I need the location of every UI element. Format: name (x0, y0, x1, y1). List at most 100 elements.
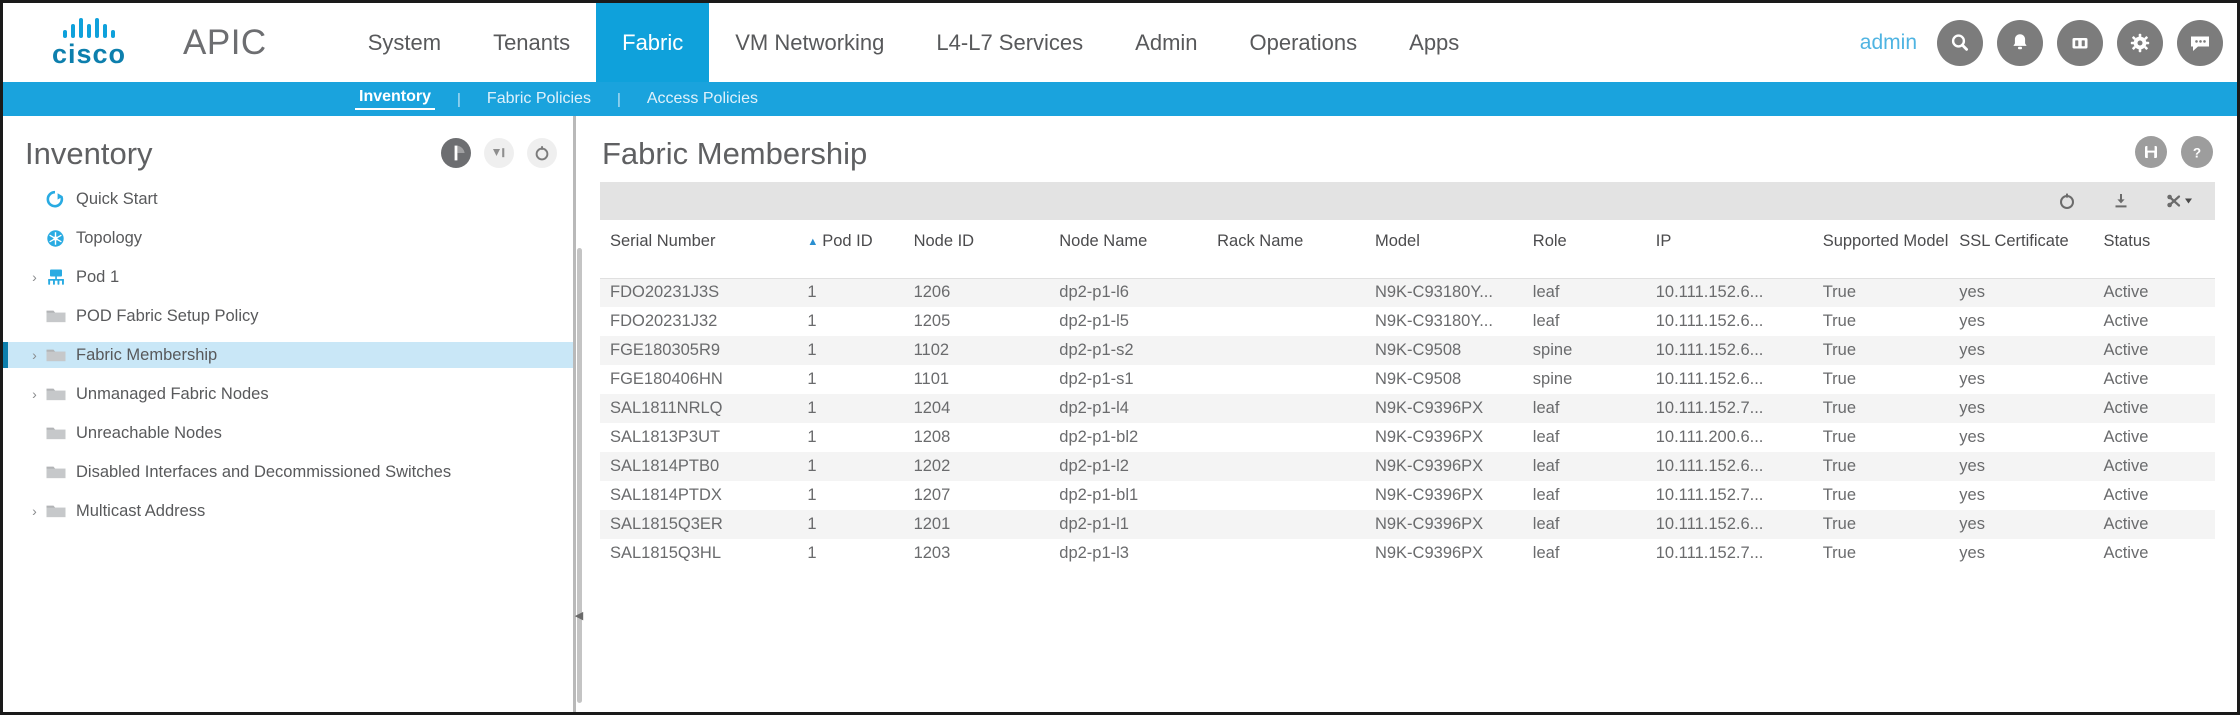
tree-row-spacer (3, 329, 575, 342)
cell-node-name: dp2-p1-l2 (1049, 452, 1208, 481)
table-row[interactable]: FGE180305R9 1 1102 dp2-p1-s2 N9K-C9508 s… (600, 336, 2215, 365)
sidebar-item-multicast-address[interactable]: › Multicast Address (3, 498, 575, 524)
help-icon[interactable]: ? (2181, 136, 2213, 168)
content-scroll-track[interactable]: ◀ (574, 116, 584, 712)
cell-pod-id: 1 (797, 423, 904, 452)
table-row[interactable]: SAL1814PTDX 1 1207 dp2-p1-bl1 N9K-C9396P… (600, 481, 2215, 510)
chevron-right-icon[interactable]: › (27, 347, 42, 363)
nav-item-apps[interactable]: Apps (1383, 3, 1485, 82)
sidebar-item-unreachable-nodes[interactable]: › Unreachable Nodes (3, 420, 575, 446)
search-icon[interactable] (1937, 19, 1983, 66)
nav-item-vm-networking[interactable]: VM Networking (709, 3, 910, 82)
nav-item-tenants[interactable]: Tenants (467, 3, 596, 82)
column-header-supported-model[interactable]: Supported Model (1812, 220, 1950, 279)
folder-icon (44, 463, 67, 482)
cell-rack-name (1207, 307, 1365, 336)
column-header-ssl-certificate[interactable]: SSL Certificate (1949, 220, 2094, 279)
cell-node-name: dp2-p1-s1 (1049, 365, 1208, 394)
table-row[interactable]: SAL1814PTB0 1 1202 dp2-p1-l2 N9K-C9396PX… (600, 452, 2215, 481)
collapse-panel-icon[interactable] (484, 138, 514, 168)
sidebar-item-disabled-interfaces[interactable]: › Disabled Interfaces and Decommissioned… (3, 459, 575, 485)
cell-ssl-certificate: yes (1949, 539, 2094, 568)
download-icon[interactable] (2111, 191, 2131, 211)
cell-node-id: 1206 (903, 278, 1050, 307)
sidebar-item-label: Unmanaged Fabric Nodes (76, 384, 269, 403)
column-label: Node ID (913, 232, 975, 250)
subnav-item-fabric-policies[interactable]: Fabric Policies (483, 90, 595, 108)
topology-icon (44, 229, 67, 248)
cell-serial-number: SAL1814PTDX (600, 481, 798, 510)
table-row[interactable]: SAL1813P3UT 1 1208 dp2-p1-bl2 N9K-C9396P… (600, 423, 2215, 452)
sidebar-item-pod-fabric-setup-policy[interactable]: › POD Fabric Setup Policy (3, 303, 575, 329)
folder-icon (44, 346, 67, 365)
tasks-icon[interactable] (2057, 19, 2103, 66)
table-row[interactable]: FGE180406HN 1 1101 dp2-p1-s1 N9K-C9508 s… (600, 365, 2215, 394)
cell-node-name: dp2-p1-s2 (1049, 336, 1208, 365)
subnav-item-access-policies[interactable]: Access Policies (643, 90, 762, 108)
column-header-rack-name[interactable]: Rack Name (1207, 220, 1365, 279)
chevron-right-icon[interactable]: › (27, 386, 42, 402)
cell-ssl-certificate: yes (1949, 278, 2094, 307)
actions-icon[interactable] (2165, 191, 2195, 211)
subnav-item-inventory[interactable]: Inventory (355, 88, 436, 110)
column-header-node-id[interactable]: Node ID (903, 220, 1050, 279)
save-icon[interactable] (2135, 136, 2167, 168)
nav-item-system[interactable]: System (342, 3, 467, 82)
cell-status: Active (2093, 394, 2215, 423)
cell-model: N9K-C9508 (1364, 365, 1523, 394)
column-header-node-name[interactable]: Node Name (1049, 220, 1208, 279)
chevron-right-icon[interactable]: › (27, 503, 42, 519)
cell-serial-number: FGE180305R9 (600, 336, 798, 365)
column-header-pod-id[interactable]: ▲ Pod ID (797, 220, 904, 279)
sidebar-item-quick-start[interactable]: › Quick Start (3, 186, 575, 212)
column-header-ip[interactable]: IP (1645, 220, 1813, 279)
current-user-label[interactable]: admin (1860, 31, 1917, 55)
table-row[interactable]: SAL1815Q3ER 1 1201 dp2-p1-l1 N9K-C9396PX… (600, 510, 2215, 539)
column-header-model[interactable]: Model (1364, 220, 1523, 279)
sort-ascending-icon: ▲ (807, 235, 819, 248)
cell-model: N9K-C9396PX (1364, 510, 1523, 539)
panel-toggle-icon[interactable] (441, 138, 471, 168)
chevron-right-icon[interactable]: › (27, 269, 42, 285)
sidebar-item-topology[interactable]: › Topology (3, 225, 575, 251)
cell-supported-model: True (1812, 452, 1950, 481)
nav-item-fabric[interactable]: Fabric (596, 3, 710, 82)
cell-ip: 10.111.152.7... (1645, 394, 1813, 423)
column-header-role[interactable]: Role (1522, 220, 1646, 279)
cisco-wordmark: cisco (51, 38, 127, 69)
cell-role: leaf (1522, 481, 1646, 510)
cell-supported-model: True (1812, 394, 1950, 423)
feedback-icon[interactable] (2177, 19, 2223, 66)
nav-item-l4-l7-services[interactable]: L4-L7 Services (910, 3, 1109, 82)
sidebar-item-unmanaged-fabric-nodes[interactable]: › Unmanaged Fabric Nodes (3, 381, 575, 407)
cell-model: N9K-C9508 (1364, 336, 1523, 365)
nav-item-operations[interactable]: Operations (1224, 3, 1384, 82)
scroll-grip-icon[interactable]: ◀ (574, 611, 584, 622)
sidebar-item-fabric-membership[interactable]: › Fabric Membership (3, 342, 575, 368)
bell-icon[interactable] (1997, 19, 2043, 66)
cell-supported-model: True (1812, 336, 1950, 365)
cell-pod-id: 1 (797, 394, 904, 423)
column-label: Role (1532, 232, 1567, 250)
refresh-icon[interactable] (2057, 191, 2077, 211)
subnav-separator: | (616, 90, 621, 108)
table-row[interactable]: FDO20231J3S 1 1206 dp2-p1-l6 N9K-C93180Y… (600, 278, 2215, 307)
cell-node-id: 1207 (903, 481, 1050, 510)
cell-ip: 10.111.152.6... (1645, 452, 1813, 481)
cell-node-id: 1201 (903, 510, 1050, 539)
table-row[interactable]: FDO20231J32 1 1205 dp2-p1-l5 N9K-C93180Y… (600, 307, 2215, 336)
column-header-status[interactable]: Status (2093, 220, 2215, 279)
content-scroll-thumb[interactable] (577, 248, 582, 703)
refresh-icon[interactable] (527, 138, 557, 168)
tree-row-spacer (3, 446, 575, 459)
cisco-logo[interactable]: cisco (25, 17, 153, 69)
sidebar-item-pod-1[interactable]: › Pod 1 (3, 264, 575, 290)
cell-pod-id: 1 (797, 452, 904, 481)
nav-item-admin[interactable]: Admin (1109, 3, 1223, 82)
cell-model: N9K-C9396PX (1364, 539, 1523, 568)
column-header-serial-number[interactable]: Serial Number (600, 220, 798, 279)
table-row[interactable]: SAL1811NRLQ 1 1204 dp2-p1-l4 N9K-C9396PX… (600, 394, 2215, 423)
table-row[interactable]: SAL1815Q3HL 1 1203 dp2-p1-l3 N9K-C9396PX… (600, 539, 2215, 568)
gear-icon[interactable] (2117, 19, 2163, 66)
page-body: Inventory Quick Start Topology › Pod 1 P… (3, 116, 2237, 712)
